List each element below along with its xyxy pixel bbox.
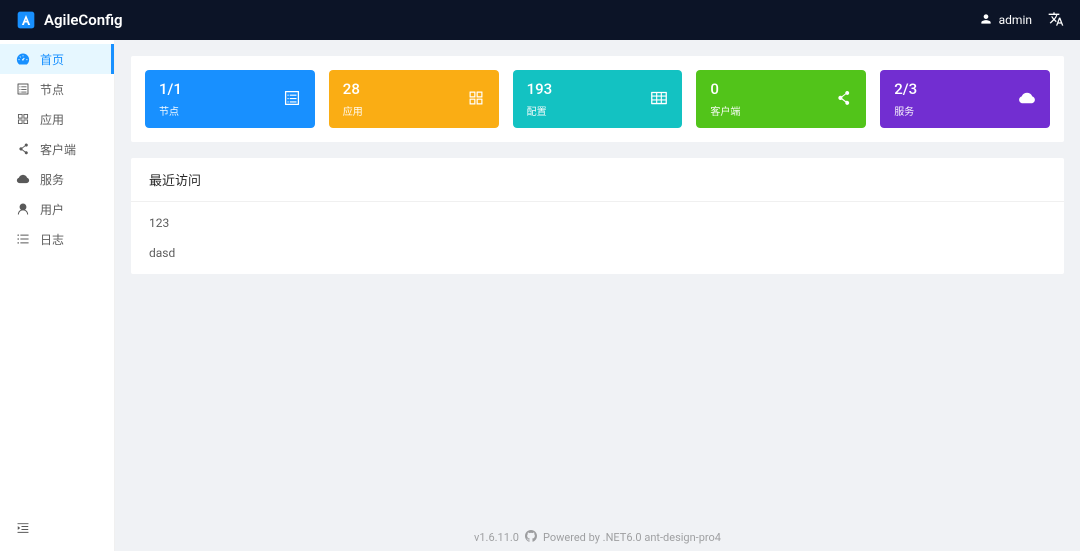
brand-title: AgileConfig bbox=[44, 11, 123, 29]
nav-item-5[interactable]: 用户 bbox=[0, 194, 114, 224]
stat-label: 服务 bbox=[894, 103, 917, 118]
nav-item-label: 用户 bbox=[40, 201, 64, 218]
stat-card-2[interactable]: 193 配置 bbox=[513, 70, 683, 128]
footer-version: v1.6.11.0 bbox=[474, 531, 519, 544]
bars-icon bbox=[16, 232, 30, 246]
sidebar-collapse-button[interactable] bbox=[0, 509, 114, 551]
stat-card-0[interactable]: 1/1 节点 bbox=[145, 70, 315, 128]
cloud-icon bbox=[16, 172, 30, 186]
nav-item-3[interactable]: 客户端 bbox=[0, 134, 114, 164]
brand-logo-icon bbox=[16, 10, 36, 30]
table-icon bbox=[650, 89, 668, 111]
stat-card-4[interactable]: 2/3 服务 bbox=[880, 70, 1050, 128]
user-icon bbox=[979, 12, 993, 29]
footer-powered: Powered by .NET6.0 ant-design-pro4 bbox=[543, 531, 721, 544]
appstore-icon bbox=[16, 112, 30, 126]
stat-value: 193 bbox=[527, 82, 553, 97]
dashboard-icon bbox=[16, 52, 30, 66]
nav-item-6[interactable]: 日志 bbox=[0, 224, 114, 254]
nav-item-1[interactable]: 节点 bbox=[0, 74, 114, 104]
stat-card-3[interactable]: 0 客户端 bbox=[696, 70, 866, 128]
nav-item-label: 日志 bbox=[40, 231, 64, 248]
nav-item-label: 应用 bbox=[40, 111, 64, 128]
cluster-icon bbox=[16, 82, 30, 96]
appstore-icon bbox=[467, 89, 485, 111]
username: admin bbox=[999, 13, 1032, 27]
user-menu[interactable]: admin bbox=[979, 12, 1032, 29]
stat-card-1[interactable]: 28 应用 bbox=[329, 70, 499, 128]
stat-label: 节点 bbox=[159, 103, 182, 118]
recent-panel: 最近访问 123dasd bbox=[131, 158, 1064, 274]
brand[interactable]: AgileConfig bbox=[16, 10, 123, 30]
stat-label: 客户端 bbox=[710, 103, 740, 118]
nav-item-label: 首页 bbox=[40, 51, 64, 68]
app-header: AgileConfig admin bbox=[0, 0, 1080, 40]
stat-value: 28 bbox=[343, 82, 363, 97]
nav-item-label: 服务 bbox=[40, 171, 64, 188]
user-icon bbox=[16, 202, 30, 216]
nav-item-0[interactable]: 首页 bbox=[0, 44, 114, 74]
language-switch-icon[interactable] bbox=[1048, 11, 1064, 30]
deployment-icon bbox=[16, 142, 30, 156]
nav-item-label: 客户端 bbox=[40, 141, 76, 158]
stat-cards-row: 1/1 节点 28 应用 193 配置 0 客户端 2/3 服务 bbox=[131, 56, 1064, 142]
page-footer: v1.6.11.0 Powered by .NET6.0 ant-design-… bbox=[115, 530, 1080, 545]
nav-menu: 首页节点应用客户端服务用户日志 bbox=[0, 40, 114, 254]
deployment-icon bbox=[834, 89, 852, 111]
nav-item-2[interactable]: 应用 bbox=[0, 104, 114, 134]
main-content: 1/1 节点 28 应用 193 配置 0 客户端 2/3 服务 最近访问 123dasd v1.… bbox=[115, 40, 1080, 551]
stat-value: 1/1 bbox=[159, 82, 182, 97]
recent-panel-title: 最近访问 bbox=[131, 158, 1064, 202]
stat-label: 配置 bbox=[527, 103, 553, 118]
github-icon[interactable] bbox=[525, 530, 537, 545]
cluster-icon bbox=[283, 89, 301, 111]
stat-value: 0 bbox=[710, 82, 740, 97]
nav-item-4[interactable]: 服务 bbox=[0, 164, 114, 194]
nav-item-label: 节点 bbox=[40, 81, 64, 98]
recent-list: 123dasd bbox=[131, 202, 1064, 274]
cloud-icon bbox=[1018, 89, 1036, 111]
stat-label: 应用 bbox=[343, 103, 363, 118]
header-right: admin bbox=[979, 11, 1064, 30]
stat-value: 2/3 bbox=[894, 82, 917, 97]
recent-item-1[interactable]: dasd bbox=[131, 238, 1064, 268]
recent-item-0[interactable]: 123 bbox=[131, 208, 1064, 238]
sidebar: 首页节点应用客户端服务用户日志 bbox=[0, 40, 115, 551]
